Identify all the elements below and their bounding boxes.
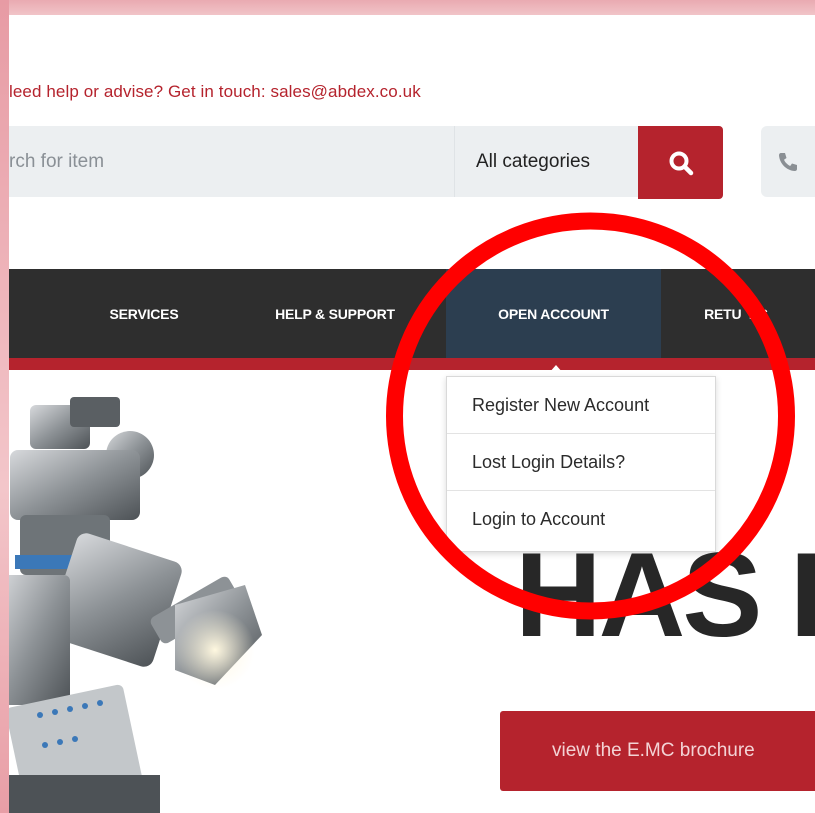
brochure-button-label: view the E.MC brochure: [552, 740, 755, 761]
dropdown-item-label: Lost Login Details?: [472, 451, 626, 472]
nav-item-label: SERVICES: [109, 305, 179, 322]
dropdown-item-label: Login to Account: [472, 509, 606, 529]
nav-item-returns[interactable]: RETU NS: [681, 269, 791, 358]
dropdown-item-register[interactable]: Register New Account: [447, 377, 715, 434]
open-account-dropdown: Register New Account Lost Login Details?…: [446, 376, 716, 552]
decorative-frame-left: [0, 0, 9, 813]
page: leed help or advise? Get in touch: sales…: [9, 15, 815, 813]
search-icon: [669, 151, 693, 175]
phone-icon: [779, 152, 797, 171]
category-select-label: All categories: [476, 150, 591, 172]
nav-item-help-support[interactable]: HELP & SUPPORT: [245, 269, 425, 358]
robot-arm-image: [9, 397, 262, 813]
navbar-underline: [9, 358, 815, 370]
dropdown-caret: [549, 365, 563, 373]
nav-item-services[interactable]: SERVICES: [69, 269, 219, 358]
brochure-button[interactable]: view the E.MC brochure: [500, 711, 815, 791]
help-contact-text: leed help or advise? Get in touch: sales…: [9, 82, 421, 101]
search-bar: [9, 126, 464, 197]
category-select[interactable]: All categories: [454, 126, 639, 197]
hero-headline: HAS I: [515, 528, 815, 662]
phone-button[interactable]: [761, 126, 815, 197]
nav-item-open-account[interactable]: OPEN ACCOUNT: [446, 269, 661, 358]
dropdown-item-lost-login[interactable]: Lost Login Details?: [447, 434, 715, 491]
nav-item-label: HELP & SUPPORT: [275, 305, 395, 322]
decorative-frame-top: [0, 0, 815, 15]
search-input[interactable]: [9, 149, 451, 174]
search-button[interactable]: [638, 126, 723, 199]
nav-item-label: RETU NS: [704, 305, 768, 322]
nav-item-label: OPEN ACCOUNT: [498, 305, 609, 322]
dropdown-item-label: Register New Account: [472, 394, 650, 415]
